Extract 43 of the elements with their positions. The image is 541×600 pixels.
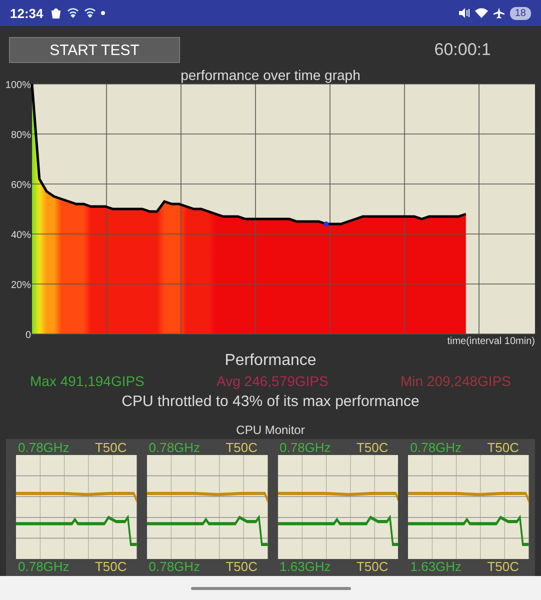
cpu-monitor-title: CPU Monitor [235,423,306,437]
temperature-label: T50C [226,559,258,574]
frequency-label: 0.78GHz [280,440,331,455]
wifi-icon [474,8,488,18]
x-axis-label: time(interval 10min) [447,336,535,347]
frequency-label: 0.78GHz [148,559,200,574]
mute-icon [458,7,470,19]
frequency-label: 0.78GHz [148,440,200,455]
wifi-icon [67,8,80,18]
gesture-handle[interactable] [190,586,350,590]
y-tick-label: 60% [10,180,31,191]
shopping-bag-icon [50,7,62,19]
temperature-label: T50C [94,440,127,455]
status-time: 12:34 [10,6,44,20]
average-value: Avg 246,579GIPS [216,373,328,389]
temperature-label: T50C [487,440,519,455]
frequency-label: 0.78GHz [18,559,70,574]
timer: 60:00:1 [434,40,491,60]
min-value: Min 209,248GIPS [400,373,511,389]
frequency-label: 0.78GHz [18,440,70,455]
minimum-marker [324,222,329,226]
start-test-button[interactable]: START TEST [9,37,180,63]
frequency-label: 1.63GHz [410,559,462,574]
temperature-label: T50C [94,559,127,574]
airplane-icon [492,7,505,19]
frequency-label: 1.63GHz [280,559,331,574]
temperature-label: T50C [356,559,388,574]
frequency-label: 0.78GHz [410,440,462,455]
throttle-summary: CPU throttled to 43% of its max performance [120,393,420,410]
y-tick-label: 0 [25,330,31,341]
battery-indicator: 18 [510,6,531,20]
temperature-label: T50C [487,559,519,574]
max-value: Max 491,194GIPS [30,373,144,389]
y-tick-label: 40% [10,230,31,241]
temperature-label: T50C [356,440,388,455]
temperature-label: T50C [226,440,258,455]
dot-icon [101,11,106,15]
graph-title: performance over time graph [180,67,362,83]
performance-title: Performance [224,352,318,370]
y-tick-label: 80% [10,130,31,141]
y-tick-label: 20% [10,280,31,291]
wifi-icon [84,8,96,18]
y-tick-label: 100% [5,80,31,91]
